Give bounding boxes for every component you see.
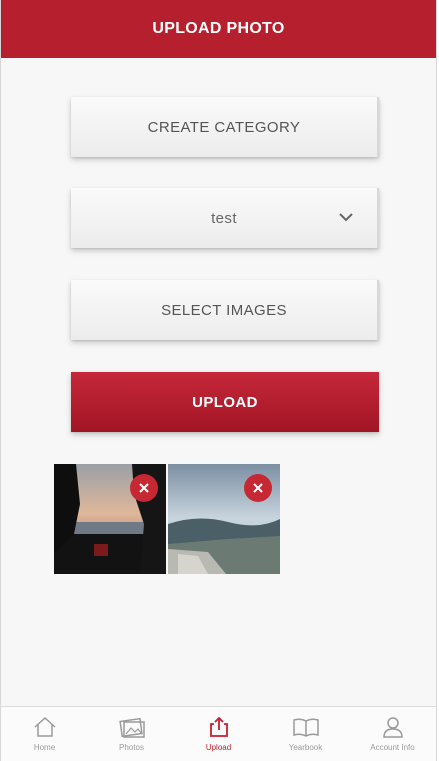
close-icon bbox=[253, 483, 263, 493]
tab-upload-label: Upload bbox=[205, 743, 232, 752]
tab-home-label: Home bbox=[33, 743, 56, 752]
upload-button[interactable]: UPLOAD bbox=[71, 372, 379, 432]
tab-yearbook[interactable]: Yearbook bbox=[266, 715, 346, 752]
photos-icon bbox=[118, 717, 145, 738]
create-category-label: CREATE CATEGORY bbox=[147, 118, 301, 136]
close-icon bbox=[139, 483, 149, 493]
selected-images bbox=[54, 464, 280, 574]
upload-label: UPLOAD bbox=[192, 393, 258, 411]
tab-photos[interactable]: Photos bbox=[92, 715, 172, 752]
remove-image-button[interactable] bbox=[130, 474, 158, 502]
create-category-button[interactable]: CREATE CATEGORY bbox=[71, 97, 379, 157]
upload-photo-screen: UPLOAD PHOTO CREATE CATEGORY test SELECT… bbox=[0, 0, 437, 761]
chevron-down-icon bbox=[339, 213, 353, 222]
bottom-tab-bar: Home Photos Upload Yearbook Account Info bbox=[1, 706, 436, 761]
tab-account-info[interactable]: Account Info bbox=[353, 715, 433, 752]
tab-photos-label: Photos bbox=[119, 743, 144, 752]
home-icon bbox=[33, 716, 56, 737]
select-images-label: SELECT IMAGES bbox=[161, 301, 287, 319]
book-icon bbox=[292, 718, 319, 737]
tab-home[interactable]: Home bbox=[5, 715, 85, 752]
page-header: UPLOAD PHOTO bbox=[1, 0, 436, 58]
page-title: UPLOAD PHOTO bbox=[152, 20, 285, 37]
tab-upload[interactable]: Upload bbox=[179, 715, 259, 752]
tab-account-info-label: Account Info bbox=[370, 743, 415, 752]
upload-icon bbox=[209, 716, 228, 737]
image-thumbnail[interactable] bbox=[54, 464, 166, 574]
person-icon bbox=[382, 717, 403, 738]
category-selected-value: test bbox=[211, 209, 237, 227]
image-thumbnail[interactable] bbox=[168, 464, 280, 574]
category-dropdown[interactable]: test bbox=[71, 188, 379, 248]
remove-image-button[interactable] bbox=[244, 474, 272, 502]
select-images-button[interactable]: SELECT IMAGES bbox=[71, 280, 379, 340]
tab-yearbook-label: Yearbook bbox=[288, 743, 323, 752]
